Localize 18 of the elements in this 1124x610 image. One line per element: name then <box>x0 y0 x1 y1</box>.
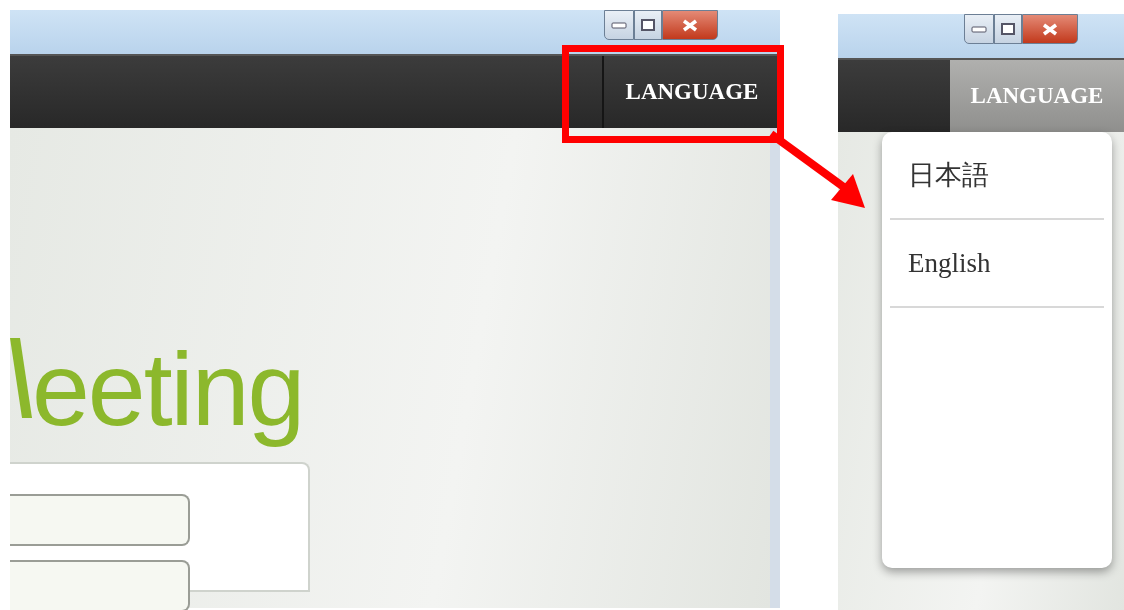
close-icon <box>682 18 698 32</box>
input-field[interactable] <box>10 560 190 610</box>
logo-mark-icon <box>10 338 32 418</box>
menu-item[interactable]: English <box>890 220 1104 308</box>
input-field[interactable] <box>10 494 190 546</box>
close-button[interactable] <box>1022 14 1078 44</box>
close-icon <box>1042 22 1058 36</box>
maximize-button[interactable] <box>634 10 662 40</box>
minimize-button[interactable] <box>604 10 634 40</box>
minimize-button[interactable] <box>964 14 994 44</box>
close-button[interactable] <box>662 10 718 40</box>
maximize-icon <box>641 19 655 31</box>
minimize-icon <box>971 25 987 33</box>
menu-item[interactable]: 日本語 <box>890 132 1104 220</box>
maximize-button[interactable] <box>994 14 1022 44</box>
minimize-icon <box>611 21 627 29</box>
logo-text: eeting <box>32 330 304 449</box>
maximize-icon <box>1001 23 1015 35</box>
